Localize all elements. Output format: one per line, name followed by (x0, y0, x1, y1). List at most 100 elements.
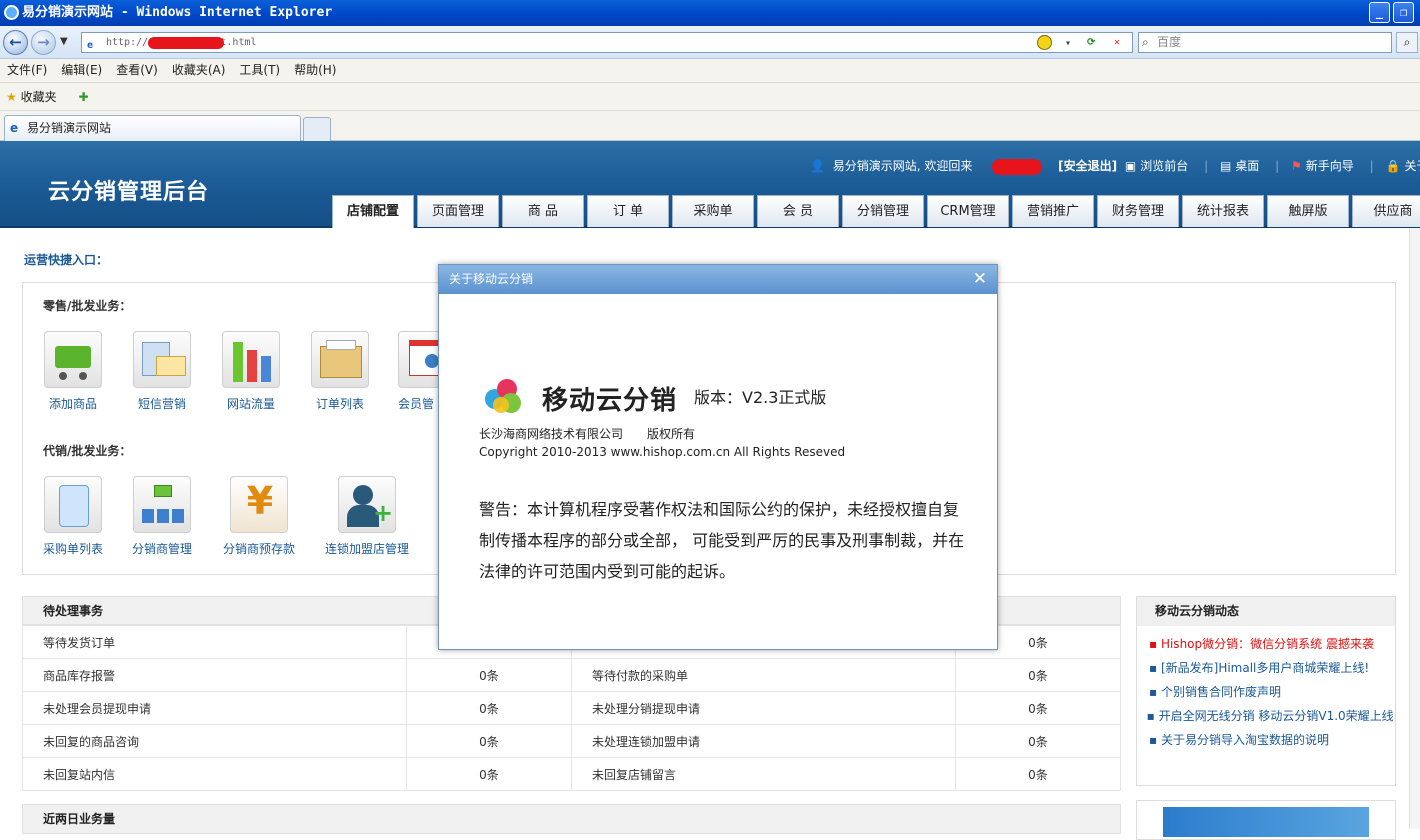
task-label[interactable]: 未回复的商品咨询 (22, 724, 407, 758)
quick-label: 短信营销 (137, 397, 186, 411)
menu-edit[interactable]: 编辑(E) (54, 59, 109, 81)
table-row: 未回复的商品咨询 0条 未处理连锁加盟申请 0条 (22, 724, 1121, 758)
menu-tools[interactable]: 工具(T) (232, 59, 287, 81)
news-item[interactable]: ▪ 个别销售合同作废声明 (1149, 680, 1395, 704)
admin-header: 云分销管理后台 👤 易分销演示网站, 欢迎回来 [安全退出] ▣ 浏览前台 | ▤… (0, 141, 1420, 228)
back-button[interactable]: ← (3, 30, 28, 55)
news-panel: 移动云分销动态 ▪ Hishop微分销：微信分销系统 震撼来袭 ▪ [新品发布]… (1136, 596, 1396, 786)
quick-add-product[interactable]: 添加商品 (42, 331, 104, 412)
user-bar: 👤 易分销演示网站, 欢迎回来 [安全退出] ▣ 浏览前台 | ▤ 桌面 | ⚑ 新手… (810, 157, 1420, 175)
menu-help[interactable]: 帮助(H) (287, 59, 343, 81)
search-input[interactable]: ⌕ 百度 (1138, 32, 1392, 53)
promo-banner[interactable] (1136, 800, 1396, 840)
tab-distribution[interactable]: 分销管理 (842, 195, 924, 227)
news-item[interactable]: ▪ 关于易分销导入淘宝数据的说明 (1149, 728, 1395, 752)
tab-store-config[interactable]: 店铺配置 (332, 195, 414, 228)
news-item[interactable]: ▪ Hishop微分销：微信分销系统 震撼来袭 (1149, 632, 1395, 656)
quick-chain-store-manage[interactable]: + 连锁加盟店管理 (325, 476, 409, 557)
task-label[interactable]: 未处理连锁加盟申请 (571, 724, 956, 758)
menu-file[interactable]: 文件(F) (0, 59, 54, 81)
admin-logo: 云分销管理后台 (48, 180, 210, 205)
quick-order-list[interactable]: 订单列表 (309, 331, 371, 412)
quick-label: 分销商管理 (131, 542, 192, 556)
quick-distributor-manage[interactable]: 分销商管理 (131, 476, 193, 557)
browse-front-link[interactable]: 浏览前台 (1140, 159, 1188, 173)
tab-mobile[interactable]: 触屏版 (1267, 195, 1349, 227)
quick-label: 会员管 (398, 397, 435, 411)
task-label[interactable]: 商品库存报警 (22, 658, 407, 692)
menu-view[interactable]: 查看(V) (109, 59, 165, 81)
task-label[interactable]: 未回复站内信 (22, 757, 407, 791)
company-name: 长沙海商网络技术有限公司 (479, 427, 624, 441)
ie-icon (4, 5, 19, 20)
table-row: 未处理会员提现申请 0条 未处理分销提现申请 0条 (22, 691, 1121, 725)
org-chart-icon (133, 476, 191, 533)
desktop-link[interactable]: 桌面 (1235, 159, 1259, 173)
tab-orders[interactable]: 订 单 (587, 195, 669, 227)
tab-purchase[interactable]: 采购单 (672, 195, 754, 227)
page-scrollbar[interactable] (1409, 228, 1420, 829)
favorites-bar: ★ 收藏夹 ✚ (0, 83, 1420, 111)
about-link[interactable]: 关于 (1404, 159, 1420, 173)
task-label[interactable]: 等待付款的采购单 (571, 658, 956, 692)
about-dialog: 关于移动云分销 ✕ 移动云分销 版本：V2.3正式版 长沙海商网络技术有限公司 版… (438, 264, 998, 650)
favorites-star-icon[interactable]: ★ (6, 90, 17, 104)
tab-stats[interactable]: 统计报表 (1182, 195, 1264, 227)
tab-crm[interactable]: CRM管理 (927, 195, 1009, 227)
quick-purchase-list[interactable]: 采购单列表 (42, 476, 104, 557)
separator: | (1369, 159, 1374, 173)
desktop-icon: ▤ (1219, 159, 1232, 173)
tab-page-manage[interactable]: 页面管理 (417, 195, 499, 227)
forward-button[interactable]: → (31, 30, 56, 55)
tab-marketing[interactable]: 营销推广 (1012, 195, 1094, 227)
cart-icon (44, 331, 102, 388)
search-go-icon[interactable]: ⌕ (1396, 32, 1418, 53)
news-item[interactable]: ▪ 开启全网无线分销 移动云分销V1.0荣耀上线 (1139, 704, 1395, 728)
quick-distributor-deposit[interactable]: ¥ 分销商预存款 (223, 476, 295, 557)
new-tab-button[interactable] (303, 117, 331, 141)
tab-finance[interactable]: 财务管理 (1097, 195, 1179, 227)
quick-sms-marketing[interactable]: 短信营销 (131, 331, 193, 412)
add-favorite-icon[interactable]: ✚ (78, 90, 88, 104)
history-dropdown-icon[interactable]: ▼ (60, 36, 68, 47)
url-input[interactable]: e http:// dmin/default.html ▾ ⟳ ✕ (81, 32, 1133, 53)
task-label[interactable]: 未回复店铺留言 (571, 757, 956, 791)
task-count: 0条 (406, 658, 572, 692)
quick-entry-title: 运营快捷入口： (24, 253, 109, 267)
compat-view-icon[interactable] (1037, 35, 1052, 50)
user-icon: 👤 (810, 159, 825, 173)
agent-group-label: 代销/批发业务： (43, 444, 132, 458)
restore-button[interactable]: ❐ (1393, 2, 1414, 23)
menu-bar: 文件(F) 编辑(E) 查看(V) 收藏夹(A) 工具(T) 帮助(H) (0, 59, 1420, 83)
guide-icon: ⚑ (1291, 159, 1302, 173)
quick-site-traffic[interactable]: 网站流量 (220, 331, 282, 412)
tab-supplier[interactable]: 供应商 (1352, 195, 1420, 227)
task-label[interactable]: 未处理会员提现申请 (22, 691, 407, 725)
news-item[interactable]: ▪ [新品发布]Himall多用户商城荣耀上线! (1149, 656, 1395, 680)
retail-group-label: 零售/批发业务： (43, 299, 132, 313)
quick-label: 网站流量 (226, 397, 275, 411)
page-icon: e (87, 40, 94, 51)
guide-link[interactable]: 新手向导 (1306, 159, 1354, 173)
browser-tab[interactable]: e 易分销演示网站 (4, 115, 301, 141)
news-title: 移动云分销动态 (1137, 597, 1395, 626)
quick-label: 订单列表 (315, 397, 364, 411)
stop-icon[interactable]: ✕ (1114, 33, 1120, 52)
task-label[interactable]: 未处理分销提现申请 (571, 691, 956, 725)
quick-member-manage[interactable]: 会员管 (398, 331, 438, 412)
warning-text: 警告：本计算机程序受著作权法和国际公约的保护，未经授权擅自复制传播本程序的部分或… (479, 500, 965, 581)
tab-products[interactable]: 商 品 (502, 195, 584, 227)
browse-front-icon: ▣ (1124, 159, 1137, 173)
url-dropdown-icon[interactable]: ▾ (1065, 34, 1071, 53)
copyright-text: Copyright 2010-2013 www.hishop.com.cn Al… (479, 445, 846, 459)
menu-favorites[interactable]: 收藏夹(A) (165, 59, 233, 81)
refresh-icon[interactable]: ⟳ (1087, 33, 1095, 52)
favorites-button[interactable]: 收藏夹 (21, 90, 57, 104)
task-label[interactable]: 等待发货订单 (22, 625, 407, 659)
close-icon[interactable]: ✕ (973, 269, 987, 289)
dialog-title: 关于移动云分销 (449, 272, 534, 286)
redaction-mark (992, 158, 1043, 175)
minimize-button[interactable]: _ (1369, 2, 1390, 23)
tab-members[interactable]: 会 员 (757, 195, 839, 227)
logout-link[interactable]: [安全退出] (1058, 159, 1117, 173)
